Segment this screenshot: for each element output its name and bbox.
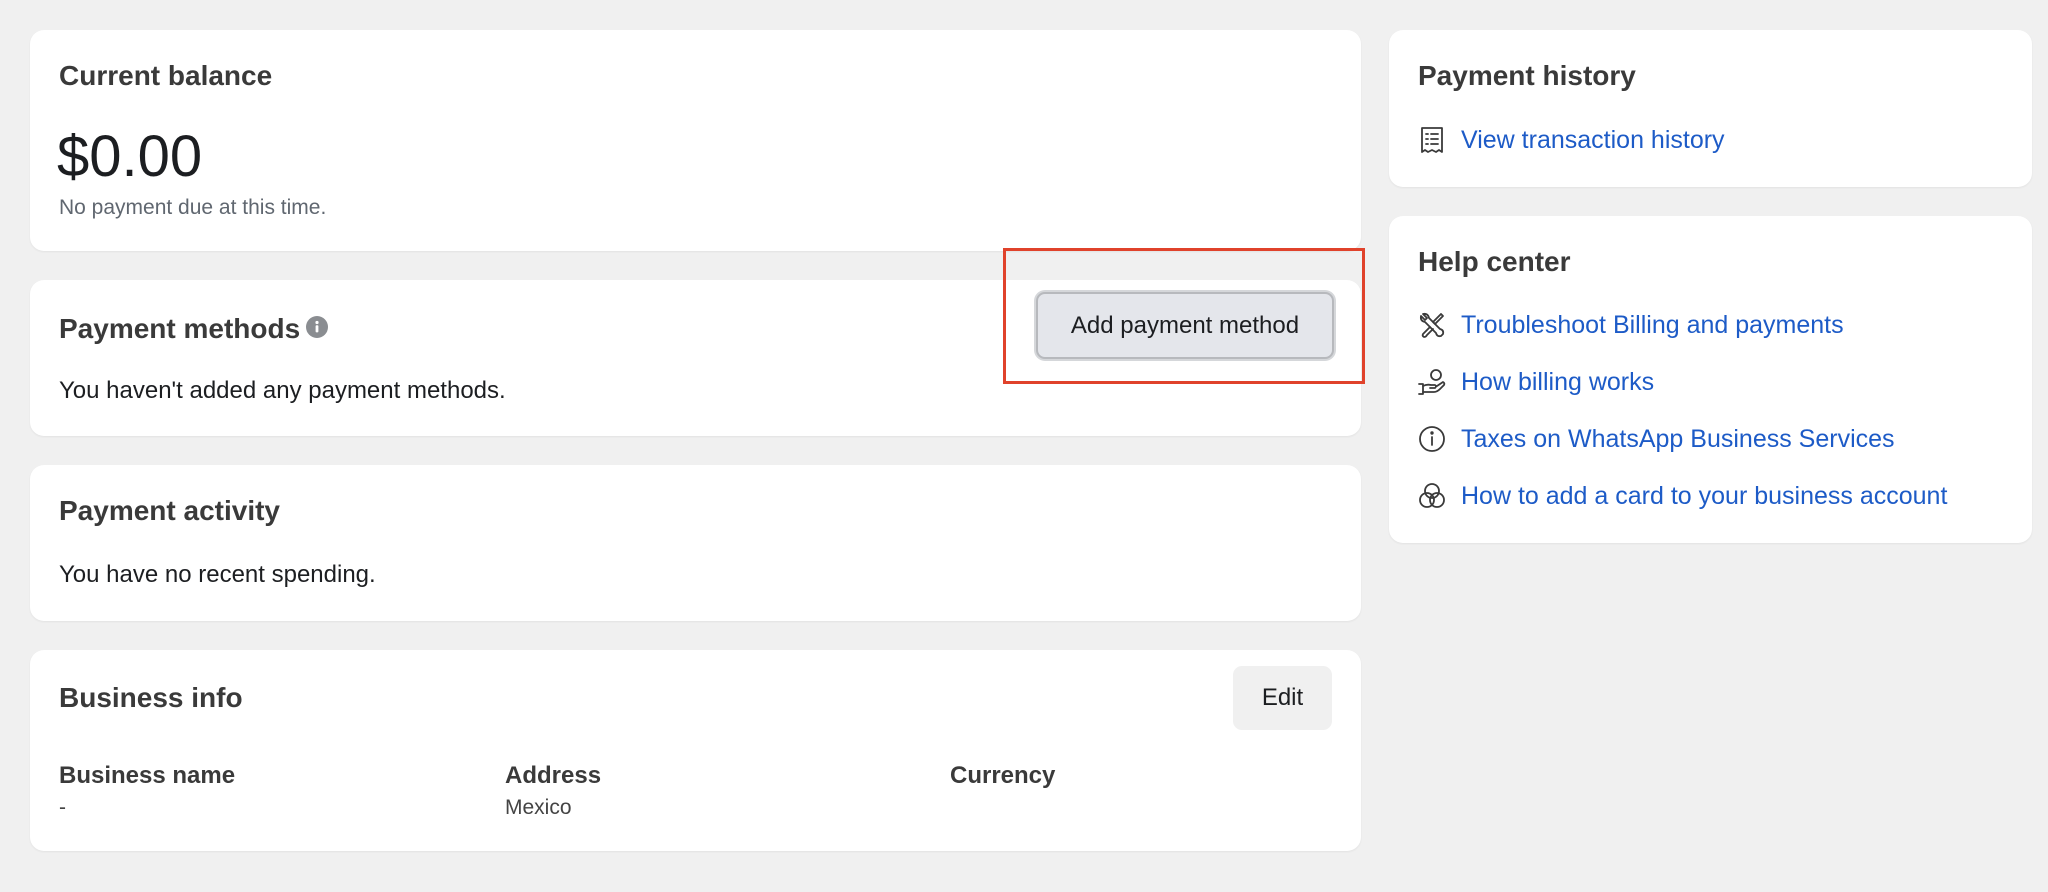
current-balance-title: Current balance [59, 60, 273, 91]
view-transaction-history-link[interactable]: View transaction history [1417, 123, 1725, 157]
info-icon-glyph [315, 320, 319, 333]
payment-methods-empty-text: You haven't added any payment methods. [59, 377, 506, 404]
info-circle-icon [1417, 424, 1447, 454]
help-link-billing-works[interactable]: How billing works [1417, 365, 1654, 399]
business-info-title: Business info [59, 682, 243, 713]
hand-coin-icon [1417, 367, 1447, 397]
current-balance-card: Current balance $0.00 No payment due at … [30, 30, 1361, 251]
payment-history-title: Payment history [1418, 60, 1636, 91]
payment-activity-title: Payment activity [59, 495, 280, 526]
business-name-value: - [59, 796, 66, 819]
help-link-taxes-label: Taxes on WhatsApp Business Services [1461, 424, 1895, 453]
help-link-troubleshoot-label: Troubleshoot Billing and payments [1461, 310, 1844, 339]
balance-amount: $0.00 [57, 124, 203, 189]
receipt-icon [1417, 125, 1447, 155]
highlight-box [1003, 248, 1365, 384]
info-icon[interactable] [306, 316, 328, 338]
payment-activity-card: Payment activity You have no recent spen… [30, 465, 1361, 621]
address-value: Mexico [505, 796, 572, 819]
help-center-card: Help center Troubleshoot Billing and pay… [1389, 216, 2032, 543]
address-label: Address [505, 762, 602, 789]
view-transaction-history-label: View transaction history [1461, 125, 1725, 154]
payment-activity-empty-text: You have no recent spending. [59, 561, 376, 588]
tools-icon [1417, 310, 1447, 340]
business-name-label: Business name [59, 762, 236, 789]
payment-methods-title: Payment methods [59, 313, 301, 344]
business-info-card: Business info Edit Business name - Addre… [30, 650, 1361, 851]
currency-label: Currency [950, 762, 1056, 789]
payment-history-card: Payment history View transaction history [1389, 30, 2032, 187]
balance-note: No payment due at this time. [59, 196, 327, 219]
help-link-add-card-label: How to add a card to your business accou… [1461, 481, 1948, 510]
overlapping-circles-icon [1417, 481, 1447, 511]
edit-button[interactable]: Edit [1233, 666, 1332, 730]
help-link-add-card[interactable]: How to add a card to your business accou… [1417, 479, 1947, 513]
help-link-taxes[interactable]: Taxes on WhatsApp Business Services [1417, 422, 1895, 456]
help-link-troubleshoot[interactable]: Troubleshoot Billing and payments [1417, 308, 1844, 342]
help-link-billing-works-label: How billing works [1461, 367, 1655, 396]
help-center-title: Help center [1418, 246, 1571, 277]
